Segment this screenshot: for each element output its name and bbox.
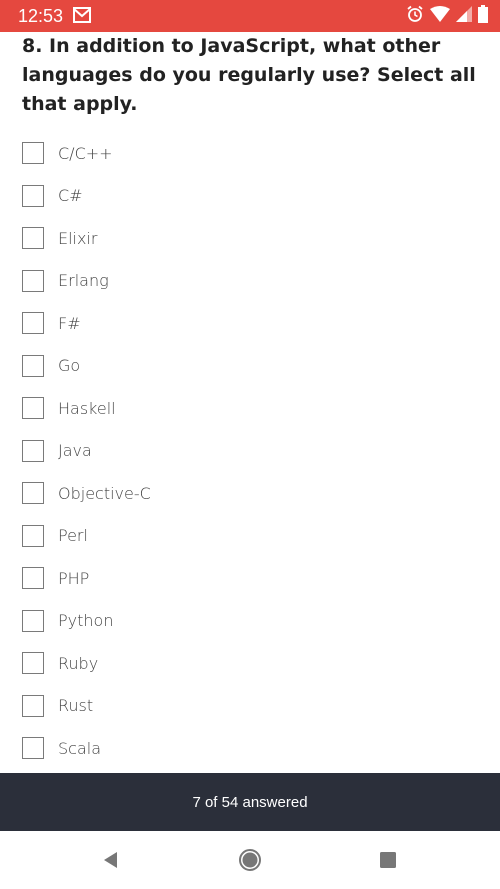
option-objective-c[interactable]: Objective-C <box>22 472 482 515</box>
option-label: C# <box>58 186 83 206</box>
battery-icon <box>478 5 488 27</box>
option-ruby[interactable]: Ruby <box>22 642 482 685</box>
checkbox[interactable] <box>22 567 44 590</box>
checkbox[interactable] <box>22 524 44 547</box>
option-perl[interactable]: Perl <box>22 515 482 558</box>
recents-icon[interactable] <box>376 848 400 872</box>
status-time: 12:53 <box>18 6 64 26</box>
option-label: Perl <box>58 526 88 546</box>
option-label: PHP <box>58 568 90 588</box>
option-label: Objective-C <box>58 483 151 503</box>
option-rust[interactable]: Rust <box>22 685 482 728</box>
checkbox[interactable] <box>22 312 44 335</box>
progress-text: 7 of 54 answered <box>192 793 308 811</box>
checkbox[interactable] <box>22 694 44 717</box>
option-label: Java <box>58 441 92 461</box>
option-java[interactable]: Java <box>22 430 482 473</box>
option-erlang[interactable]: Erlang <box>22 260 482 303</box>
option-elixir[interactable]: Elixir <box>22 217 482 260</box>
option-label: C/C++ <box>58 143 113 163</box>
option-label: Elixir <box>58 228 98 248</box>
option-go[interactable]: Go <box>22 345 482 388</box>
status-bar: 12:53 <box>0 0 500 32</box>
checkbox[interactable] <box>22 142 44 165</box>
option-label: Haskell <box>58 398 116 418</box>
checkbox[interactable] <box>22 652 44 675</box>
back-icon[interactable] <box>99 848 123 872</box>
option-c-cpp[interactable]: C/C++ <box>22 132 482 175</box>
screen: 12:53 8. In addition to JavaScript, what… <box>0 0 500 889</box>
checkbox[interactable] <box>22 439 44 462</box>
option-label: Go <box>58 356 81 376</box>
option-label: Rust <box>58 696 94 716</box>
signal-icon <box>456 6 472 26</box>
checkbox[interactable] <box>22 269 44 292</box>
option-scala[interactable]: Scala <box>22 727 482 770</box>
option-label: Scala <box>58 738 102 758</box>
system-nav-bar <box>0 831 500 889</box>
checkbox[interactable] <box>22 184 44 207</box>
checkbox[interactable] <box>22 354 44 377</box>
checkbox[interactable] <box>22 397 44 420</box>
option-label: Erlang <box>58 271 109 291</box>
options-list: C/C++ C# Elixir Erlang F# Go Haskell Jav… <box>22 132 482 773</box>
wifi-icon <box>430 6 450 26</box>
option-haskell[interactable]: Haskell <box>22 387 482 430</box>
progress-bar: 7 of 54 answered <box>0 773 500 831</box>
checkbox[interactable] <box>22 609 44 632</box>
option-csharp[interactable]: C# <box>22 175 482 218</box>
option-label: Python <box>58 611 114 631</box>
option-label: Ruby <box>58 653 99 673</box>
checkbox[interactable] <box>22 482 44 505</box>
survey-content: 8. In addition to JavaScript, what other… <box>0 32 500 773</box>
alarm-icon <box>406 5 424 27</box>
option-fsharp[interactable]: F# <box>22 302 482 345</box>
status-icons <box>406 5 488 27</box>
question-text: 8. In addition to JavaScript, what other… <box>22 35 476 115</box>
gmail-icon <box>73 7 91 23</box>
home-icon[interactable] <box>238 848 262 872</box>
option-label: F# <box>58 313 81 333</box>
checkbox[interactable] <box>22 227 44 250</box>
option-python[interactable]: Python <box>22 600 482 643</box>
option-php[interactable]: PHP <box>22 557 482 600</box>
checkbox[interactable] <box>22 737 44 760</box>
